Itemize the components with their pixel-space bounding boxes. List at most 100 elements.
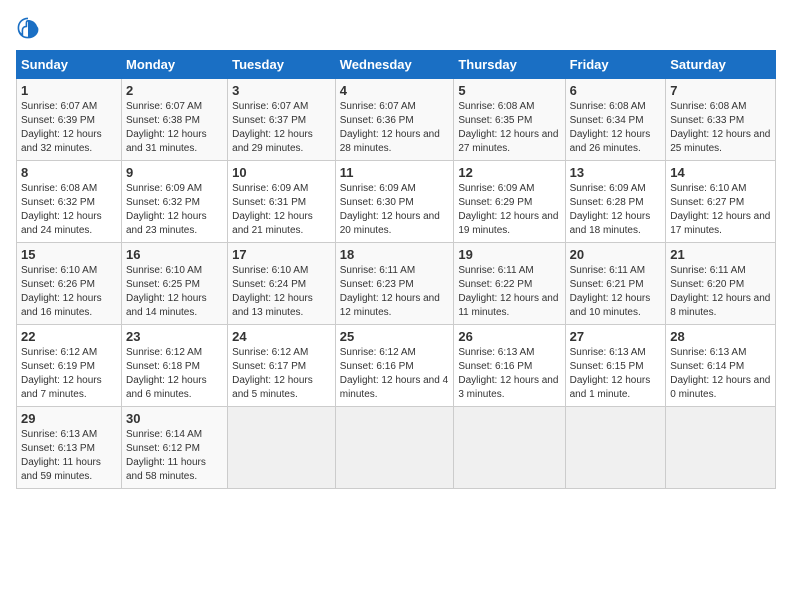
calendar-week-2: 8 Sunrise: 6:08 AM Sunset: 6:32 PM Dayli… (17, 161, 776, 243)
calendar-cell: 25 Sunrise: 6:12 AM Sunset: 6:16 PM Dayl… (335, 325, 454, 407)
daylight: Daylight: 12 hours and 11 minutes. (458, 293, 558, 318)
day-number: 12 (458, 165, 560, 180)
calendar-cell: 26 Sunrise: 6:13 AM Sunset: 6:16 PM Dayl… (454, 325, 565, 407)
daylight: Daylight: 12 hours and 31 minutes. (126, 129, 207, 154)
sunrise: Sunrise: 6:09 AM (126, 183, 202, 194)
day-number: 3 (232, 83, 331, 98)
calendar-cell: 21 Sunrise: 6:11 AM Sunset: 6:20 PM Dayl… (666, 243, 776, 325)
day-info: Sunrise: 6:13 AM Sunset: 6:16 PM Dayligh… (458, 346, 560, 402)
day-info: Sunrise: 6:08 AM Sunset: 6:32 PM Dayligh… (21, 182, 117, 238)
day-info: Sunrise: 6:08 AM Sunset: 6:33 PM Dayligh… (670, 100, 771, 156)
calendar-cell: 18 Sunrise: 6:11 AM Sunset: 6:23 PM Dayl… (335, 243, 454, 325)
day-info: Sunrise: 6:14 AM Sunset: 6:12 PM Dayligh… (126, 428, 223, 484)
day-info: Sunrise: 6:12 AM Sunset: 6:18 PM Dayligh… (126, 346, 223, 402)
calendar-cell: 10 Sunrise: 6:09 AM Sunset: 6:31 PM Dayl… (228, 161, 336, 243)
day-number: 27 (570, 329, 662, 344)
day-info: Sunrise: 6:12 AM Sunset: 6:19 PM Dayligh… (21, 346, 117, 402)
day-number: 28 (670, 329, 771, 344)
day-number: 5 (458, 83, 560, 98)
sunrise: Sunrise: 6:09 AM (340, 183, 416, 194)
daylight: Daylight: 12 hours and 4 minutes. (340, 375, 448, 400)
day-info: Sunrise: 6:11 AM Sunset: 6:23 PM Dayligh… (340, 264, 450, 320)
calendar-cell: 17 Sunrise: 6:10 AM Sunset: 6:24 PM Dayl… (228, 243, 336, 325)
sunrise: Sunrise: 6:10 AM (21, 265, 97, 276)
daylight: Daylight: 12 hours and 20 minutes. (340, 211, 440, 236)
day-info: Sunrise: 6:07 AM Sunset: 6:36 PM Dayligh… (340, 100, 450, 156)
day-number: 2 (126, 83, 223, 98)
day-number: 8 (21, 165, 117, 180)
day-info: Sunrise: 6:09 AM Sunset: 6:29 PM Dayligh… (458, 182, 560, 238)
calendar-cell: 14 Sunrise: 6:10 AM Sunset: 6:27 PM Dayl… (666, 161, 776, 243)
sunset: Sunset: 6:28 PM (570, 197, 644, 208)
sunrise: Sunrise: 6:10 AM (232, 265, 308, 276)
daylight: Daylight: 12 hours and 16 minutes. (21, 293, 102, 318)
calendar-cell: 2 Sunrise: 6:07 AM Sunset: 6:38 PM Dayli… (121, 79, 227, 161)
sunset: Sunset: 6:36 PM (340, 115, 414, 126)
sunset: Sunset: 6:34 PM (570, 115, 644, 126)
header-wednesday: Wednesday (335, 51, 454, 79)
calendar-cell (454, 407, 565, 489)
header-saturday: Saturday (666, 51, 776, 79)
daylight: Daylight: 11 hours and 58 minutes. (126, 457, 206, 482)
calendar-cell: 30 Sunrise: 6:14 AM Sunset: 6:12 PM Dayl… (121, 407, 227, 489)
day-info: Sunrise: 6:08 AM Sunset: 6:34 PM Dayligh… (570, 100, 662, 156)
daylight: Daylight: 12 hours and 27 minutes. (458, 129, 558, 154)
sunset: Sunset: 6:13 PM (21, 443, 95, 454)
daylight: Daylight: 12 hours and 1 minute. (570, 375, 651, 400)
day-number: 17 (232, 247, 331, 262)
calendar-cell: 24 Sunrise: 6:12 AM Sunset: 6:17 PM Dayl… (228, 325, 336, 407)
day-info: Sunrise: 6:13 AM Sunset: 6:14 PM Dayligh… (670, 346, 771, 402)
daylight: Daylight: 12 hours and 25 minutes. (670, 129, 770, 154)
calendar-cell: 6 Sunrise: 6:08 AM Sunset: 6:34 PM Dayli… (565, 79, 666, 161)
daylight: Daylight: 12 hours and 28 minutes. (340, 129, 440, 154)
day-info: Sunrise: 6:12 AM Sunset: 6:16 PM Dayligh… (340, 346, 450, 402)
day-info: Sunrise: 6:13 AM Sunset: 6:15 PM Dayligh… (570, 346, 662, 402)
sunrise: Sunrise: 6:08 AM (21, 183, 97, 194)
header-monday: Monday (121, 51, 227, 79)
day-info: Sunrise: 6:11 AM Sunset: 6:21 PM Dayligh… (570, 264, 662, 320)
sunrise: Sunrise: 6:08 AM (458, 101, 534, 112)
sunrise: Sunrise: 6:09 AM (570, 183, 646, 194)
day-number: 13 (570, 165, 662, 180)
sunset: Sunset: 6:19 PM (21, 361, 95, 372)
sunrise: Sunrise: 6:12 AM (232, 347, 308, 358)
day-number: 16 (126, 247, 223, 262)
sunset: Sunset: 6:17 PM (232, 361, 306, 372)
day-info: Sunrise: 6:11 AM Sunset: 6:20 PM Dayligh… (670, 264, 771, 320)
sunrise: Sunrise: 6:09 AM (232, 183, 308, 194)
sunrise: Sunrise: 6:13 AM (570, 347, 646, 358)
day-info: Sunrise: 6:09 AM Sunset: 6:28 PM Dayligh… (570, 182, 662, 238)
calendar-cell: 11 Sunrise: 6:09 AM Sunset: 6:30 PM Dayl… (335, 161, 454, 243)
header-tuesday: Tuesday (228, 51, 336, 79)
daylight: Daylight: 12 hours and 12 minutes. (340, 293, 440, 318)
day-info: Sunrise: 6:10 AM Sunset: 6:26 PM Dayligh… (21, 264, 117, 320)
sunrise: Sunrise: 6:08 AM (670, 101, 746, 112)
calendar-cell: 4 Sunrise: 6:07 AM Sunset: 6:36 PM Dayli… (335, 79, 454, 161)
day-info: Sunrise: 6:07 AM Sunset: 6:38 PM Dayligh… (126, 100, 223, 156)
sunset: Sunset: 6:22 PM (458, 279, 532, 290)
calendar-cell (335, 407, 454, 489)
calendar-cell: 12 Sunrise: 6:09 AM Sunset: 6:29 PM Dayl… (454, 161, 565, 243)
daylight: Daylight: 12 hours and 14 minutes. (126, 293, 207, 318)
day-number: 10 (232, 165, 331, 180)
sunrise: Sunrise: 6:12 AM (21, 347, 97, 358)
sunset: Sunset: 6:16 PM (340, 361, 414, 372)
daylight: Daylight: 12 hours and 8 minutes. (670, 293, 770, 318)
daylight: Daylight: 12 hours and 21 minutes. (232, 211, 313, 236)
sunset: Sunset: 6:14 PM (670, 361, 744, 372)
sunset: Sunset: 6:39 PM (21, 115, 95, 126)
sunset: Sunset: 6:15 PM (570, 361, 644, 372)
calendar-cell (228, 407, 336, 489)
day-number: 6 (570, 83, 662, 98)
daylight: Daylight: 12 hours and 6 minutes. (126, 375, 207, 400)
sunset: Sunset: 6:35 PM (458, 115, 532, 126)
calendar-cell: 27 Sunrise: 6:13 AM Sunset: 6:15 PM Dayl… (565, 325, 666, 407)
sunrise: Sunrise: 6:13 AM (458, 347, 534, 358)
daylight: Daylight: 12 hours and 26 minutes. (570, 129, 651, 154)
day-number: 22 (21, 329, 117, 344)
daylight: Daylight: 12 hours and 24 minutes. (21, 211, 102, 236)
day-info: Sunrise: 6:13 AM Sunset: 6:13 PM Dayligh… (21, 428, 117, 484)
calendar-week-5: 29 Sunrise: 6:13 AM Sunset: 6:13 PM Dayl… (17, 407, 776, 489)
day-number: 11 (340, 165, 450, 180)
day-number: 14 (670, 165, 771, 180)
